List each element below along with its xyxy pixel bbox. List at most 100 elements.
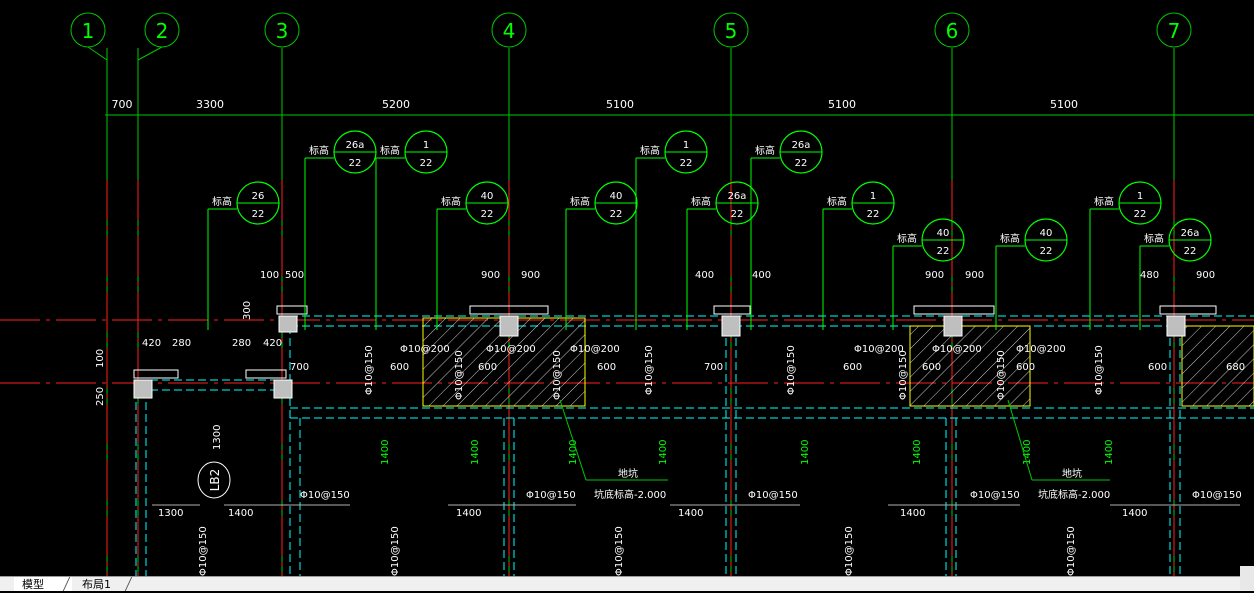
dim-1400-a: 1400 [228, 508, 253, 519]
beam-bubbles: 26a 22 标高 1 22 标高 26 22 标高 40 22 标高 40 22 标高 1 22 标高 26a 22… [207, 130, 1212, 330]
beam-bubble-top: 40 [481, 191, 494, 202]
dim-1400-d: 1400 [900, 508, 925, 519]
beam-bubble-prefix: 标高 [691, 195, 711, 208]
dim-100: 100 [260, 270, 279, 281]
slab-tag: LB2 [197, 461, 231, 499]
dim-480: 480 [1140, 270, 1159, 281]
dim-100-b: 100 [95, 349, 106, 368]
beam-bubble: 1 22 标高 [635, 130, 708, 330]
column-axis3 [278, 315, 298, 333]
svg-text:Φ10@150: Φ10@150 [786, 345, 797, 395]
rebar-200-f: Φ10@200 [1016, 344, 1066, 355]
beam-bubble-top: 26a [1181, 228, 1200, 239]
svg-text:1400: 1400 [912, 440, 923, 465]
svg-text:Φ10@150: Φ10@150 [454, 350, 465, 400]
column-axis5 [721, 315, 741, 337]
beam-bubble-prefix: 标高 [640, 144, 660, 157]
dim-400-b: 400 [752, 270, 771, 281]
spacing-label: 5100 [828, 98, 856, 111]
rebar-150-b: Φ10@150 [526, 490, 576, 501]
beam-bubble-bottom: 22 [731, 209, 744, 220]
horizontal-center-lines [0, 319, 1254, 384]
svg-text:Φ10@150: Φ10@150 [1066, 526, 1077, 576]
beam-bubble-top: 1 [1137, 191, 1143, 202]
beam-bubble-prefix: 标高 [897, 232, 917, 245]
dim-600-e: 600 [922, 362, 941, 373]
dim-600-f: 600 [1016, 362, 1035, 373]
beam-bubble-prefix: 标高 [212, 195, 232, 208]
beam-bubble-bottom: 22 [252, 209, 265, 220]
rebar-150-c: Φ10@150 [748, 490, 798, 501]
beam-bubble: 26a 22 标高 [750, 130, 823, 330]
dim-1300-v: 1300 [212, 425, 223, 450]
beam-bubble-bottom: 22 [349, 158, 362, 169]
rebar-200-c: Φ10@200 [570, 344, 620, 355]
dim-600-c: 600 [597, 362, 616, 373]
scroll-right-icon[interactable] [1240, 566, 1254, 590]
beam-bubble-top: 40 [937, 228, 950, 239]
dim-1400-c: 1400 [678, 508, 703, 519]
dim-600-b: 600 [478, 362, 497, 373]
beam-bubble-bottom: 22 [795, 158, 808, 169]
axis-bubbles: 1 2 3 4 5 6 7 [70, 12, 1192, 61]
dim-700-b: 700 [704, 362, 723, 373]
dim-900-e: 900 [1196, 270, 1215, 281]
spacing-label: 5100 [1050, 98, 1078, 111]
beam-bubble-top: 26 [252, 191, 265, 202]
dim-900-d: 900 [965, 270, 984, 281]
dim-420-b: 420 [263, 338, 282, 349]
svg-text:1400: 1400 [800, 440, 811, 465]
slab-tag-label: LB2 [208, 469, 222, 492]
dim-250: 250 [95, 387, 106, 406]
svg-text:Φ10@150: Φ10@150 [198, 526, 209, 576]
beam-bubble: 40 22 标高 [565, 181, 638, 330]
beam-bubble: 26a 22 标高 [304, 130, 377, 330]
beam-bubble-bottom: 22 [867, 209, 880, 220]
dim-680: 680 [1226, 362, 1245, 373]
axis-label-6: 6 [946, 19, 959, 43]
svg-text:1400: 1400 [1104, 440, 1115, 465]
column-axis7 [1166, 315, 1186, 337]
beam-bubble-top: 26a [792, 140, 811, 151]
svg-text:Φ10@150: Φ10@150 [996, 350, 1007, 400]
pit-areas [422, 317, 1254, 407]
beam-bubble-prefix: 标高 [755, 144, 775, 157]
axis-label-2: 2 [156, 19, 169, 43]
beam-bubble-bottom: 22 [937, 246, 950, 257]
column-axis2-low [133, 379, 153, 399]
svg-text:1400: 1400 [380, 440, 391, 465]
dim-300-a: 300 [242, 301, 253, 320]
dim-700-a: 700 [290, 362, 309, 373]
rebar-200-a: Φ10@200 [400, 344, 450, 355]
svg-text:Φ10@150: Φ10@150 [614, 526, 625, 576]
beam-bubble-bottom: 22 [1134, 209, 1147, 220]
spacing-labels: 700 3300 5200 5100 5100 5100 [112, 98, 1079, 111]
layout-tab-bar: 模型 布局1 [0, 576, 1254, 591]
beam-bubble-prefix: 标高 [570, 195, 590, 208]
beam-bubble-prefix: 标高 [827, 195, 847, 208]
spacing-label: 5200 [382, 98, 410, 111]
spacing-label: 5100 [606, 98, 634, 111]
beam-bubble: 1 22 标高 [375, 130, 448, 330]
beam-bubble-prefix: 标高 [1094, 195, 1114, 208]
dim-900-a: 900 [481, 270, 500, 281]
dim-500: 500 [285, 270, 304, 281]
axis-label-4: 4 [503, 19, 516, 43]
svg-text:Φ10@150: Φ10@150 [844, 526, 855, 576]
dim-280-b: 280 [232, 338, 251, 349]
dim-1400-e: 1400 [1122, 508, 1147, 519]
rebar-150-d: Φ10@150 [970, 490, 1020, 501]
beam-bubble-top: 26a [346, 140, 365, 151]
beam-bubble-prefix: 标高 [1144, 232, 1164, 245]
svg-text:1400: 1400 [658, 440, 669, 465]
svg-text:Φ10@150: Φ10@150 [390, 526, 401, 576]
beam-bubble-top: 40 [610, 191, 623, 202]
svg-text:Φ10@150: Φ10@150 [364, 345, 375, 395]
dim-1400-b: 1400 [456, 508, 481, 519]
svg-text:1400: 1400 [470, 440, 481, 465]
cad-drawing-canvas[interactable]: 1234567 700 3300 5200 5100 5100 5100 26a 22 标高 1… [0, 0, 1254, 576]
dim-600-d: 600 [843, 362, 862, 373]
beam-bubble-bottom: 22 [1184, 246, 1197, 257]
beam-bubble-prefix: 标高 [441, 195, 461, 208]
pit-elev-left: 坑底标高-2.000 [594, 488, 666, 501]
